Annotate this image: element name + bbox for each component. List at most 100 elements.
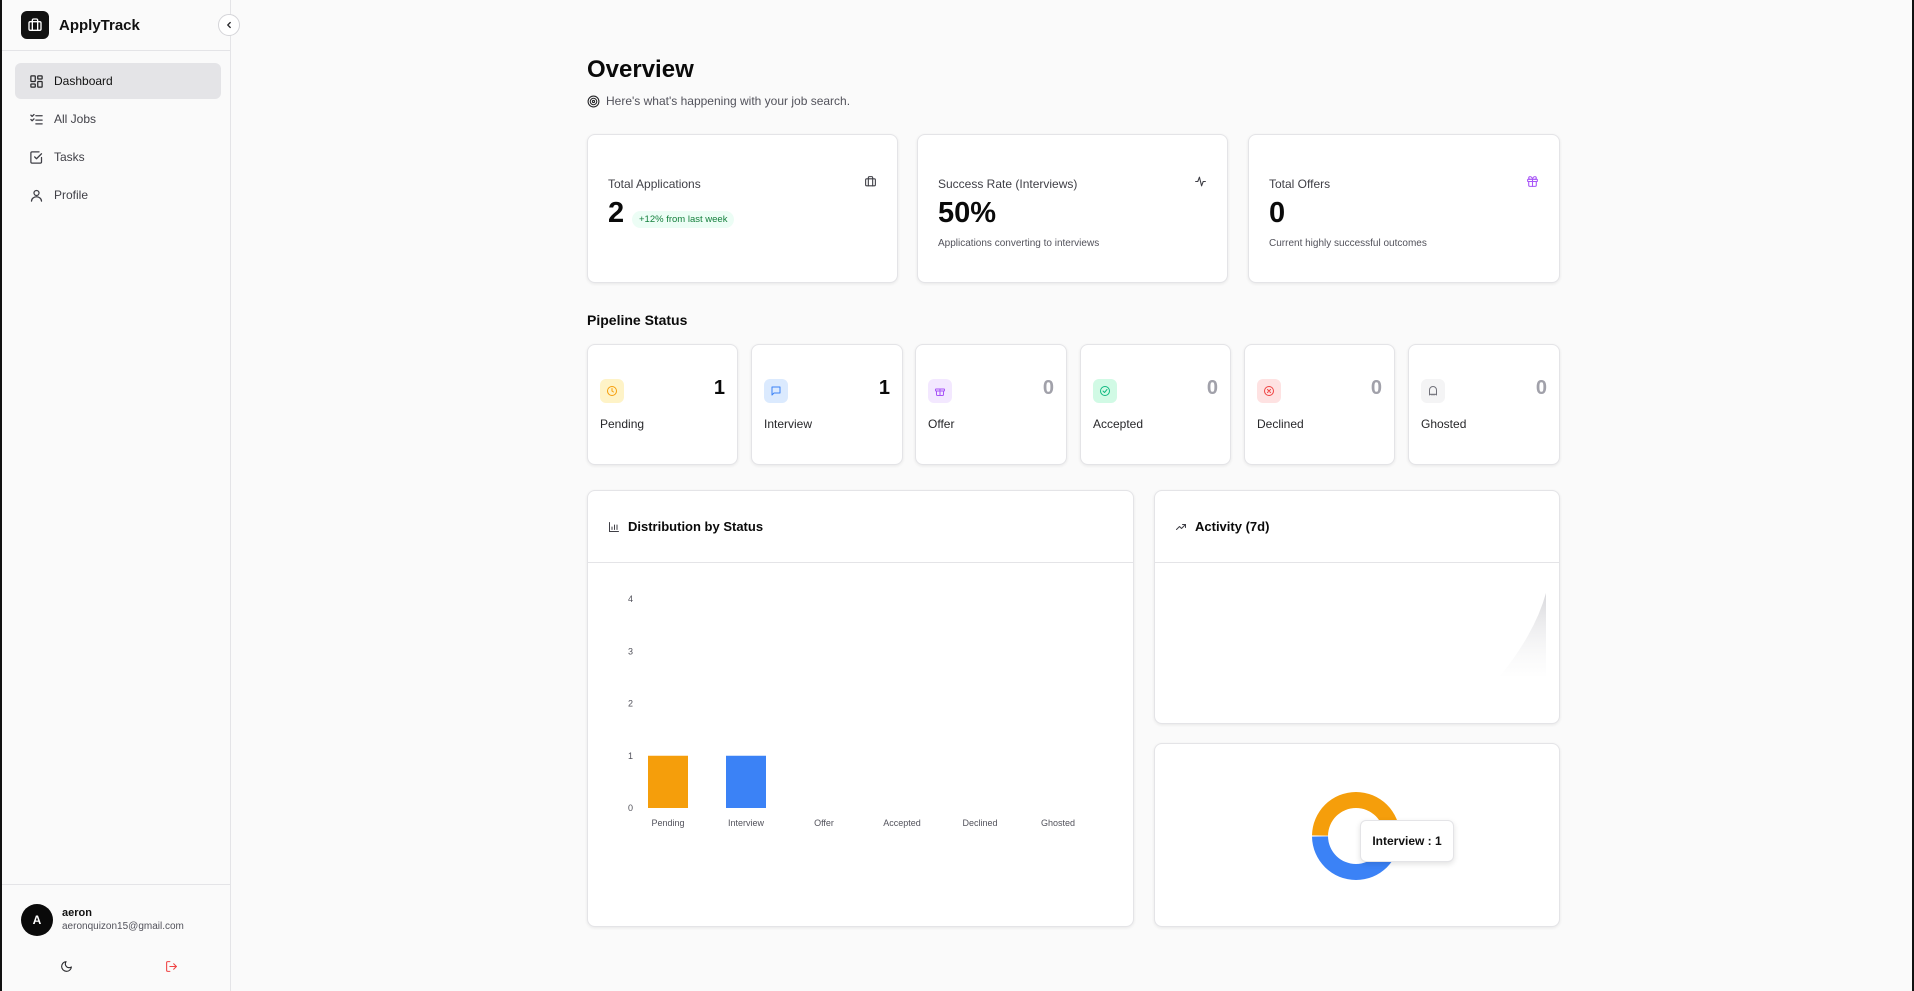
- subtitle-text: Here's what's happening with your job se…: [606, 94, 851, 108]
- pipeline-count: 0: [1206, 377, 1218, 399]
- sidebar-item-label: Tasks: [54, 150, 85, 164]
- sidebar-item-profile[interactable]: Profile: [15, 177, 221, 213]
- divider: [2, 884, 231, 885]
- user-icon: [30, 189, 43, 202]
- chart-header: Activity (7d): [1155, 491, 1559, 563]
- trending-up-icon: [1176, 523, 1186, 530]
- stat-card-total-applications: Total Applications 2 +12% from last week: [587, 134, 898, 283]
- stat-subtext: Applications converting to interviews: [938, 238, 1100, 249]
- brand[interactable]: ApplyTrack: [21, 11, 140, 39]
- sidebar-item-label: Profile: [54, 188, 89, 202]
- stat-value: 50%: [938, 197, 997, 229]
- chart-tooltip: Interview : 1: [1360, 820, 1454, 862]
- clock-icon: [600, 379, 624, 403]
- page-subtitle: Here's what's happening with your job se…: [587, 94, 850, 108]
- briefcase-icon: [865, 176, 876, 187]
- pipeline-card-accepted[interactable]: 0 Accepted: [1080, 344, 1231, 465]
- stat-label: Total Applications: [608, 177, 701, 191]
- pipeline-card-declined[interactable]: 0 Declined: [1244, 344, 1395, 465]
- bar-chart: 0 1 2 3 4 Pending Interview Offer Accepted Declin…: [628, 594, 1075, 828]
- stat-value: 2: [608, 197, 625, 229]
- ghost-icon: [1421, 379, 1445, 403]
- activity-area-chart: [1500, 593, 1546, 676]
- stat-label: Success Rate (Interviews): [938, 177, 1078, 191]
- x-circle-icon: [1257, 379, 1281, 403]
- chevron-left-icon: [227, 21, 231, 29]
- y-tick-label: 3: [628, 646, 633, 656]
- x-tick-label: Declined: [962, 818, 997, 828]
- stat-card-total-offers: Total Offers 0 Current highly successful…: [1248, 134, 1560, 283]
- pipeline-label: Offer: [928, 417, 955, 431]
- distribution-chart-card: Distribution by Status 0 1 2 3 4 Pending Inter…: [587, 490, 1134, 927]
- briefcase-logo-icon: [21, 11, 49, 39]
- activity-icon: [1195, 176, 1206, 187]
- status-pie-card: [1154, 743, 1560, 927]
- bar-pending[interactable]: [648, 755, 688, 808]
- sidebar-item-label: Dashboard: [54, 74, 113, 88]
- divider: [2, 50, 231, 51]
- trend-badge: +12% from last week: [632, 211, 735, 228]
- app-name: ApplyTrack: [59, 16, 140, 34]
- logout-icon: [165, 960, 177, 972]
- y-tick-label: 2: [628, 699, 633, 709]
- pipeline-label: Interview: [764, 417, 813, 431]
- pipeline-label: Declined: [1257, 417, 1304, 431]
- y-tick-label: 1: [628, 751, 633, 761]
- check-square-icon: [30, 150, 43, 164]
- page-title: Overview: [587, 56, 694, 83]
- x-tick-label: Pending: [651, 818, 684, 828]
- pipeline-card-offer[interactable]: 0 Offer: [915, 344, 1067, 465]
- pipeline-card-interview[interactable]: 1 Interview: [751, 344, 903, 465]
- list-checks-icon: [30, 113, 43, 124]
- user-name: aeron: [62, 907, 92, 919]
- pipeline-title: Pipeline Status: [587, 312, 688, 328]
- bar-interview[interactable]: [726, 755, 766, 808]
- chart-header: Distribution by Status: [588, 491, 1133, 563]
- activity-chart-card: Activity (7d): [1154, 490, 1560, 724]
- gift-icon: [928, 379, 952, 403]
- pipeline-label: Accepted: [1093, 417, 1144, 431]
- y-tick-label: 0: [628, 803, 633, 813]
- x-tick-label: Offer: [814, 818, 834, 828]
- sidebar-item-dashboard[interactable]: Dashboard: [15, 63, 221, 99]
- x-tick-label: Interview: [728, 818, 765, 828]
- stat-label: Total Offers: [1269, 177, 1331, 191]
- pipeline-card-pending[interactable]: 1 Pending: [587, 344, 738, 465]
- avatar: A: [21, 904, 53, 936]
- bar-chart-icon: [609, 521, 619, 532]
- check-circle-icon: [1093, 379, 1117, 403]
- user-profile[interactable]: A aeron aeronquizon15@gmail.com: [21, 904, 184, 936]
- pipeline-count: 0: [1042, 377, 1054, 399]
- pipeline-card-ghosted[interactable]: 0 Ghosted: [1408, 344, 1560, 465]
- sidebar-nav: Dashboard All Jobs Tasks Profile: [15, 63, 221, 215]
- target-icon: [587, 95, 600, 107]
- x-tick-label: Accepted: [883, 818, 921, 828]
- pipeline-label: Ghosted: [1421, 417, 1467, 431]
- collapse-sidebar-button[interactable]: [218, 14, 240, 36]
- pipeline-count: 1: [713, 377, 725, 399]
- activity-area: [1500, 593, 1546, 676]
- message-icon: [764, 379, 788, 403]
- pipeline-count: 1: [878, 377, 890, 399]
- dashboard-icon: [30, 74, 43, 88]
- stat-value: 0: [1269, 197, 1286, 229]
- sidebar-item-all-jobs[interactable]: All Jobs: [15, 101, 221, 137]
- sidebar: ApplyTrack Dashboard All Jobs Tasks Prof…: [2, 0, 231, 991]
- chart-title: Activity (7d): [1195, 519, 1270, 534]
- sidebar-item-tasks[interactable]: Tasks: [15, 139, 221, 175]
- chart-title: Distribution by Status: [628, 519, 764, 534]
- user-email: aeronquizon15@gmail.com: [62, 921, 184, 932]
- stat-card-success-rate: Success Rate (Interviews) 50% Applicatio…: [917, 134, 1228, 283]
- y-tick-label: 4: [628, 594, 633, 604]
- x-tick-label: Ghosted: [1041, 818, 1075, 828]
- gift-icon: [1527, 176, 1538, 187]
- logout-button[interactable]: [163, 958, 179, 974]
- sidebar-item-label: All Jobs: [54, 112, 97, 126]
- pipeline-label: Pending: [600, 417, 645, 431]
- pipeline-count: 0: [1370, 377, 1382, 399]
- stat-subtext: Current highly successful outcomes: [1269, 238, 1427, 249]
- pipeline-count: 0: [1535, 377, 1547, 399]
- moon-icon: [60, 960, 72, 972]
- theme-toggle-button[interactable]: [58, 958, 74, 974]
- donut-chart: [1312, 791, 1400, 881]
